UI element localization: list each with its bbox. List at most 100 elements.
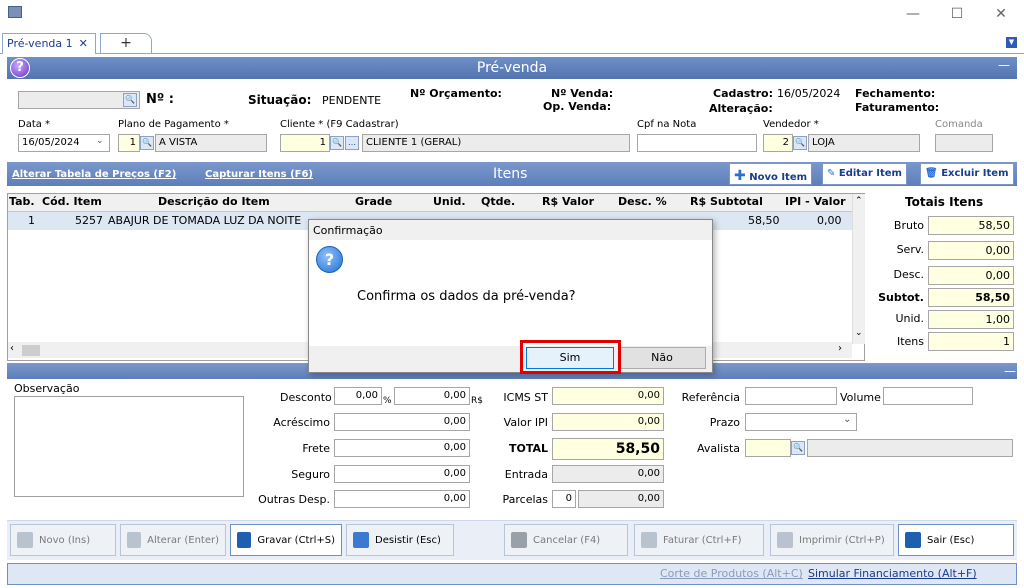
prazo-dropdown-icon[interactable]: ⌄ bbox=[843, 414, 851, 425]
add-tab-button[interactable]: + bbox=[100, 33, 152, 54]
tab-close-icon[interactable]: ✕ bbox=[79, 37, 88, 50]
faturamento-label: Faturamento: bbox=[855, 101, 940, 114]
vendedor-search-icon[interactable]: 🔍 bbox=[793, 136, 807, 150]
alterar-button[interactable]: Alterar (Enter) bbox=[120, 524, 226, 556]
cancelar-label: Cancelar (F4) bbox=[533, 534, 601, 546]
col-ipi-valor[interactable]: IPI - Valor bbox=[785, 195, 846, 208]
desistir-button[interactable]: Desistir (Esc) bbox=[346, 524, 454, 556]
avalista-search-icon[interactable]: 🔍 bbox=[791, 441, 805, 455]
referencia-field[interactable] bbox=[745, 387, 837, 405]
desconto-val-field[interactable]: 0,00 bbox=[394, 387, 470, 405]
numero-search-icon[interactable]: 🔍 bbox=[123, 93, 137, 107]
seguro-field[interactable]: 0,00 bbox=[334, 465, 470, 483]
close-window-button[interactable]: ✕ bbox=[986, 4, 1016, 24]
plano-code-field[interactable]: 1 bbox=[118, 134, 140, 152]
col-subtotal[interactable]: R$ Subtotal bbox=[690, 195, 763, 208]
volume-label: Volume bbox=[840, 391, 881, 404]
op-venda-label: Op. Venda: bbox=[543, 100, 612, 113]
seguro-label: Seguro bbox=[291, 468, 330, 481]
highlight-box bbox=[520, 340, 621, 374]
venda-label: Nº Venda: bbox=[551, 87, 614, 100]
col-valor[interactable]: R$ Valor bbox=[542, 195, 594, 208]
prazo-select[interactable] bbox=[745, 413, 857, 431]
dialog-message: Confirma os dados da pré-venda? bbox=[357, 289, 576, 304]
cliente-value-field: CLIENTE 1 (GERAL) bbox=[362, 134, 630, 152]
bottom-collapse-icon[interactable]: — bbox=[1004, 364, 1016, 378]
faturar-button[interactable]: Faturar (Ctrl+F) bbox=[634, 524, 764, 556]
situacao-value: PENDENTE bbox=[322, 94, 382, 107]
vendedor-label: Vendedor * bbox=[763, 119, 819, 130]
minimize-button[interactable]: — bbox=[898, 4, 928, 24]
cpf-field[interactable] bbox=[637, 134, 757, 152]
vendedor-code-field[interactable]: 2 bbox=[763, 134, 793, 152]
total-field: 58,50 bbox=[552, 438, 664, 460]
simular-financiamento-link[interactable]: Simular Financiamento (Alt+F) bbox=[808, 567, 977, 580]
excluir-item-button[interactable]: 🗑 Excluir Item bbox=[920, 163, 1014, 185]
imprimir-label: Imprimir (Ctrl+P) bbox=[799, 534, 885, 546]
novo-item-button[interactable]: ✚ Novo Item bbox=[729, 163, 813, 185]
imprimir-button[interactable]: Imprimir (Ctrl+P) bbox=[770, 524, 894, 556]
collapse-icon[interactable]: — bbox=[998, 58, 1010, 72]
subtot-value: 58,50 bbox=[928, 288, 1014, 307]
cliente-code-field[interactable]: 1 bbox=[280, 134, 330, 152]
plano-search-icon[interactable]: 🔍 bbox=[140, 136, 154, 150]
scroll-right-icon[interactable]: › bbox=[838, 343, 842, 354]
cadastro-label: Cadastro: bbox=[713, 87, 773, 100]
tab-pre-venda-1[interactable]: Pré-venda 1 ✕ bbox=[2, 33, 96, 54]
serv-value: 0,00 bbox=[928, 241, 1014, 260]
faturar-label: Faturar (Ctrl+F) bbox=[663, 534, 742, 546]
acrescimo-field[interactable]: 0,00 bbox=[334, 413, 470, 431]
tab-menu-dropdown-icon[interactable]: ▼ bbox=[1006, 37, 1017, 48]
parcelas-label: Parcelas bbox=[502, 493, 548, 506]
capturar-itens-link[interactable]: Capturar Itens (F6) bbox=[205, 169, 313, 180]
comanda-field[interactable] bbox=[935, 134, 993, 152]
printer-icon bbox=[777, 532, 793, 548]
alterar-tabela-link[interactable]: Alterar Tabela de Preços (F2) bbox=[12, 169, 176, 180]
scroll-down-icon[interactable]: ⌄ bbox=[855, 328, 863, 338]
observacao-textarea[interactable] bbox=[14, 396, 244, 497]
novo-button[interactable]: Novo (Ins) bbox=[10, 524, 116, 556]
volume-field[interactable] bbox=[883, 387, 973, 405]
data-dropdown-icon[interactable]: ⌄ bbox=[96, 136, 104, 146]
col-cod-item[interactable]: Cód. Item bbox=[42, 195, 102, 208]
cadastro-value: 16/05/2024 bbox=[777, 87, 841, 100]
bruto-value: 58,50 bbox=[928, 216, 1014, 235]
outras-field[interactable]: 0,00 bbox=[334, 490, 470, 508]
parcelas-n-field[interactable]: 0 bbox=[552, 490, 576, 508]
cliente-more-icon[interactable]: … bbox=[345, 136, 359, 150]
cancel-icon bbox=[511, 532, 527, 548]
avalista-code-field[interactable] bbox=[745, 439, 791, 457]
scroll-up-icon[interactable]: ⌃ bbox=[855, 196, 863, 206]
scroll-thumb[interactable] bbox=[22, 345, 40, 356]
corte-produtos-link[interactable]: Corte de Produtos (Alt+C) bbox=[660, 567, 803, 580]
bruto-label: Bruto bbox=[893, 219, 924, 232]
sair-button[interactable]: Sair (Esc) bbox=[898, 524, 1014, 556]
nao-button[interactable]: Não bbox=[618, 347, 706, 369]
col-unid[interactable]: Unid. bbox=[433, 195, 466, 208]
col-grade[interactable]: Grade bbox=[355, 195, 392, 208]
col-descricao[interactable]: Descrição do Item bbox=[158, 195, 270, 208]
col-tab[interactable]: Tab. bbox=[9, 195, 35, 208]
entrada-field: 0,00 bbox=[552, 465, 664, 483]
col-qtde[interactable]: Qtde. bbox=[481, 195, 515, 208]
editar-item-button[interactable]: ✎ Editar Item bbox=[822, 163, 907, 185]
cliente-search-icon[interactable]: 🔍 bbox=[330, 136, 344, 150]
sair-label: Sair (Esc) bbox=[927, 534, 975, 546]
frete-label: Frete bbox=[302, 442, 330, 455]
trash-icon: 🗑 bbox=[925, 168, 938, 179]
referencia-label: Referência bbox=[681, 391, 740, 404]
maximize-button[interactable]: ☐ bbox=[942, 4, 972, 24]
help-icon[interactable]: ? bbox=[10, 58, 30, 78]
col-desc-pct[interactable]: Desc. % bbox=[618, 195, 667, 208]
icms-label: ICMS ST bbox=[503, 391, 548, 404]
frete-field[interactable]: 0,00 bbox=[334, 439, 470, 457]
numero-field[interactable] bbox=[18, 91, 140, 109]
gravar-button[interactable]: Gravar (Ctrl+S) bbox=[230, 524, 342, 556]
cancelar-button[interactable]: Cancelar (F4) bbox=[504, 524, 628, 556]
desconto-pct-field[interactable]: 0,00 bbox=[334, 387, 382, 405]
alteracao-label: Alteração: bbox=[709, 102, 773, 115]
grid-vertical-scrollbar[interactable] bbox=[852, 194, 865, 344]
total-label: TOTAL bbox=[508, 442, 548, 455]
scroll-left-icon[interactable]: ‹ bbox=[10, 343, 14, 354]
serv-label: Serv. bbox=[896, 243, 924, 256]
